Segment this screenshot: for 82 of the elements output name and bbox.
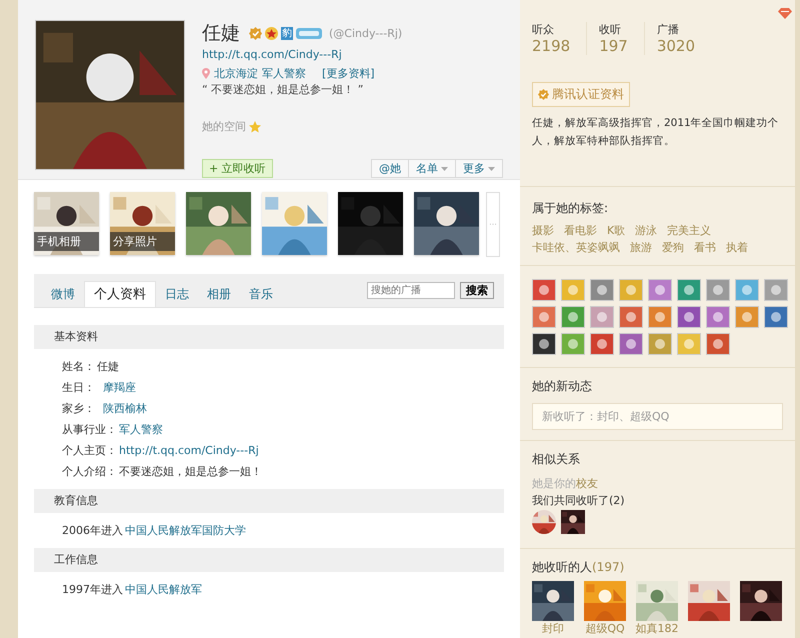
tab[interactable]: 微博 — [42, 281, 84, 307]
field-label: 生日： — [62, 380, 95, 396]
tag-link[interactable]: 看电影 — [564, 223, 597, 238]
field-label: 个人介绍： — [62, 464, 117, 480]
stat-label: 收听 — [599, 22, 622, 37]
common-count: (2) — [609, 494, 625, 507]
space-link[interactable]: 她的空间 — [202, 119, 246, 134]
action-button[interactable]: @她 — [371, 159, 409, 178]
photo-caption: 手机相册 — [34, 232, 99, 251]
field-value: 不要迷恋姐，姐是总参一姐！ — [119, 464, 262, 480]
field-label: 姓名： — [62, 359, 95, 375]
star-icon — [265, 26, 278, 40]
tab[interactable]: 个人资料 — [84, 281, 156, 307]
tag-link[interactable]: 旅游 — [630, 240, 652, 255]
field-label: 个人主页： — [62, 443, 117, 459]
motto-text: “ 不要迷恋姐，姐是总参一姐！ ” — [202, 82, 364, 97]
alumni-text: 她是你的 — [532, 477, 576, 490]
field-label: 1997年进入 — [62, 582, 123, 598]
location-link[interactable]: 军人警察 — [262, 66, 306, 81]
app-icon[interactable] — [532, 333, 556, 355]
profile-name: 任婕 — [202, 21, 240, 46]
action-button[interactable]: 更多 — [455, 159, 503, 178]
level-badge: 豹 — [281, 26, 293, 40]
photo-caption: 分享照片 — [110, 232, 175, 251]
stat-label: 广播 — [656, 22, 680, 37]
verify-button[interactable]: 腾讯认证资料 — [532, 82, 630, 107]
tags-title: 属于她的标签: — [532, 200, 610, 217]
tag-link[interactable]: 执着 — [726, 240, 748, 255]
field-link[interactable]: 陕西榆林 — [103, 398, 147, 419]
common-label: 我们共同收听了 — [532, 494, 609, 507]
news-title: 她的新动态 — [532, 378, 593, 395]
stat-count[interactable]: 3020 — [656, 37, 696, 55]
field-link[interactable]: 军人警察 — [119, 419, 163, 440]
verify-description: 任婕，解放军高级指挥官，2011年全国巾帼建功个人，解放军特种部队指挥官。 — [532, 116, 780, 149]
tag-link[interactable]: 看书 — [694, 240, 716, 255]
field-label: 从事行业： — [62, 422, 117, 438]
tag-link[interactable]: 卡哇依、英姿飒飒 — [532, 240, 620, 255]
location-pin-icon — [202, 68, 210, 79]
field-link[interactable]: 中国人民解放军 — [125, 579, 202, 600]
verified-icon — [249, 26, 262, 40]
alumni-link[interactable]: 校友 — [576, 477, 598, 490]
stat-count[interactable]: 197 — [599, 37, 628, 55]
caret-icon — [441, 166, 448, 170]
person-name[interactable]: 封印 — [542, 621, 564, 636]
tag-link[interactable]: 爱狗 — [662, 240, 684, 255]
tag-link[interactable]: 完美主义 — [667, 223, 712, 238]
field-label: 2006年进入 — [62, 523, 123, 539]
verified-icon — [538, 89, 549, 100]
person-name[interactable]: 如真182 — [636, 621, 678, 636]
similar-title: 相似关系 — [532, 451, 581, 468]
caret-icon — [488, 166, 495, 170]
level-icon — [296, 28, 322, 38]
tag-link[interactable]: 摄影 — [532, 223, 554, 238]
tag-link[interactable]: K歌 — [607, 223, 626, 238]
section-header: 基本资料 — [34, 325, 504, 349]
tab[interactable]: 日志 — [156, 281, 198, 307]
field-value: 任婕 — [97, 359, 119, 375]
star-icon — [249, 120, 261, 132]
action-button[interactable]: 名单 — [408, 159, 456, 178]
tab[interactable]: 音乐 — [240, 281, 282, 307]
tag-link[interactable]: 游泳 — [635, 223, 658, 238]
tab[interactable]: 相册 — [198, 281, 240, 307]
field-link[interactable]: 摩羯座 — [103, 377, 136, 398]
search-field[interactable]: 搜她的广播 — [367, 282, 455, 299]
news-text: 新收听了：封印、超级QQ — [532, 403, 783, 430]
person-name[interactable]: 超级QQ — [585, 621, 625, 636]
field-label: 家乡： — [62, 401, 95, 417]
user-handle: (@Cindy---Rj) — [329, 26, 402, 40]
profile-link[interactable]: http://t.qq.com/Cindy---Rj — [202, 48, 503, 61]
following-title: 她收听的人 — [532, 560, 592, 574]
more-info-link[interactable]: [更多资料] — [322, 66, 375, 81]
search-button[interactable]: 搜索 — [460, 282, 494, 299]
section-header: 工作信息 — [34, 548, 504, 572]
gem-icon[interactable] — [778, 8, 792, 19]
section-header: 教育信息 — [34, 489, 504, 513]
location-link[interactable]: 北京海淀 — [214, 66, 258, 81]
field-link[interactable]: 中国人民解放军国防大学 — [125, 520, 246, 541]
follow-button[interactable]: + 立即收听 — [202, 159, 273, 178]
stat-count[interactable]: 2198 — [532, 37, 570, 55]
stat-label: 听众 — [532, 22, 555, 37]
field-link[interactable]: http://t.qq.com/Cindy---Rj — [119, 440, 259, 461]
following-count: (197) — [592, 560, 624, 574]
